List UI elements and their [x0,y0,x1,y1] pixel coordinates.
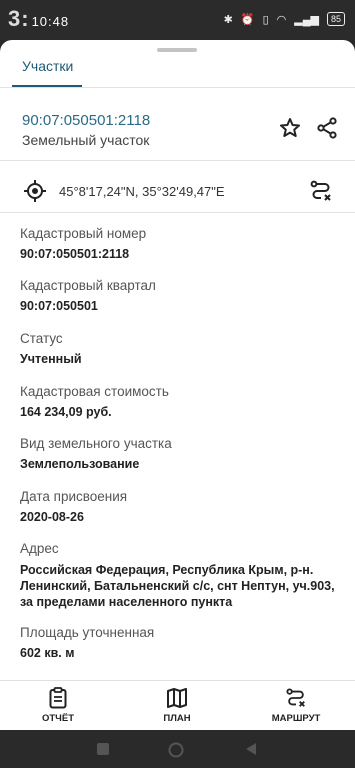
status-time: 3: 10:48 [8,6,70,31]
field-value[interactable]: 90:07:050501:2118 [20,247,129,261]
crosshair-icon [24,180,46,202]
address-value: Российская Федерация, Республика Крым, р… [20,563,335,609]
route-label: МАРШРУТ [271,713,321,724]
signal-icon: ▂▄▆ [294,13,319,26]
divider [0,87,355,88]
plan-button[interactable]: ПЛАН [132,687,222,724]
divider [0,212,355,213]
favorite-button[interactable] [276,114,304,142]
route-button[interactable]: МАРШРУТ [251,687,341,724]
tab-parcels[interactable]: Участки [22,58,73,74]
field-value: 2020-08-26 [20,510,84,524]
field-value: Учтенный [20,352,82,366]
home-icon[interactable] [168,742,184,758]
vibrate-icon: ▯ [262,13,269,26]
plan-label: ПЛАН [163,713,191,724]
star-icon [280,118,300,137]
map-icon [167,688,187,708]
battery-indicator: 85 [326,12,345,26]
field-value: Землепользование [20,457,140,471]
field-value[interactable]: 90:07:050501 [20,299,98,313]
system-navigation-bar [0,730,355,768]
field-label: Кадастровый квартал [20,278,156,293]
field-label: Вид земельного участка [20,436,172,451]
coordinates[interactable]: 45°8'17,24"N, 35°32'49,47"E [59,184,225,199]
share-button[interactable] [313,114,341,142]
field-label: Площадь уточненная [20,625,155,640]
report-label: ОТЧЁТ [41,713,75,724]
share-icon [317,117,337,139]
field-label: Дата присвоения [20,489,128,504]
field-label: Статус [20,331,63,346]
drag-handle[interactable] [157,48,197,52]
status-bar: 3: 10:48 ✱ ⏰ ▯ ◠ ▂▄▆ 85 [0,0,355,40]
back-icon[interactable] [244,742,258,756]
route-off-icon [310,180,331,201]
bluetooth-icon: ✱ [223,13,233,26]
field-value: 164 234,09 руб. [20,405,112,419]
locate-button[interactable] [21,177,49,205]
field-label: Адрес [20,541,59,556]
field-label: Кадастровая стоимость [20,384,169,399]
parcel-number: 90:07:050501:2118 [22,112,151,129]
status-icons: ✱ ⏰ ▯ ◠ ▂▄▆ 85 [224,12,345,26]
report-button[interactable]: ОТЧЁТ [13,687,103,724]
divider [0,160,355,161]
report-icon [49,687,67,709]
bottom-navigation: ОТЧЁТ ПЛАН МАРШРУТ [0,680,355,730]
bottom-sheet: Участки 90:07:050501:2118 Земельный учас… [0,40,355,730]
recents-icon[interactable] [96,742,110,756]
field-label: Кадастровый номер [20,226,147,241]
wifi-icon: ◠ [276,13,287,26]
parcel-type: Земельный участок [22,132,150,148]
route-icon [286,688,305,707]
field-value: 602 кв. м [20,646,75,660]
route-clear-button[interactable] [307,177,335,205]
alarm-icon: ⏰ [240,13,255,26]
